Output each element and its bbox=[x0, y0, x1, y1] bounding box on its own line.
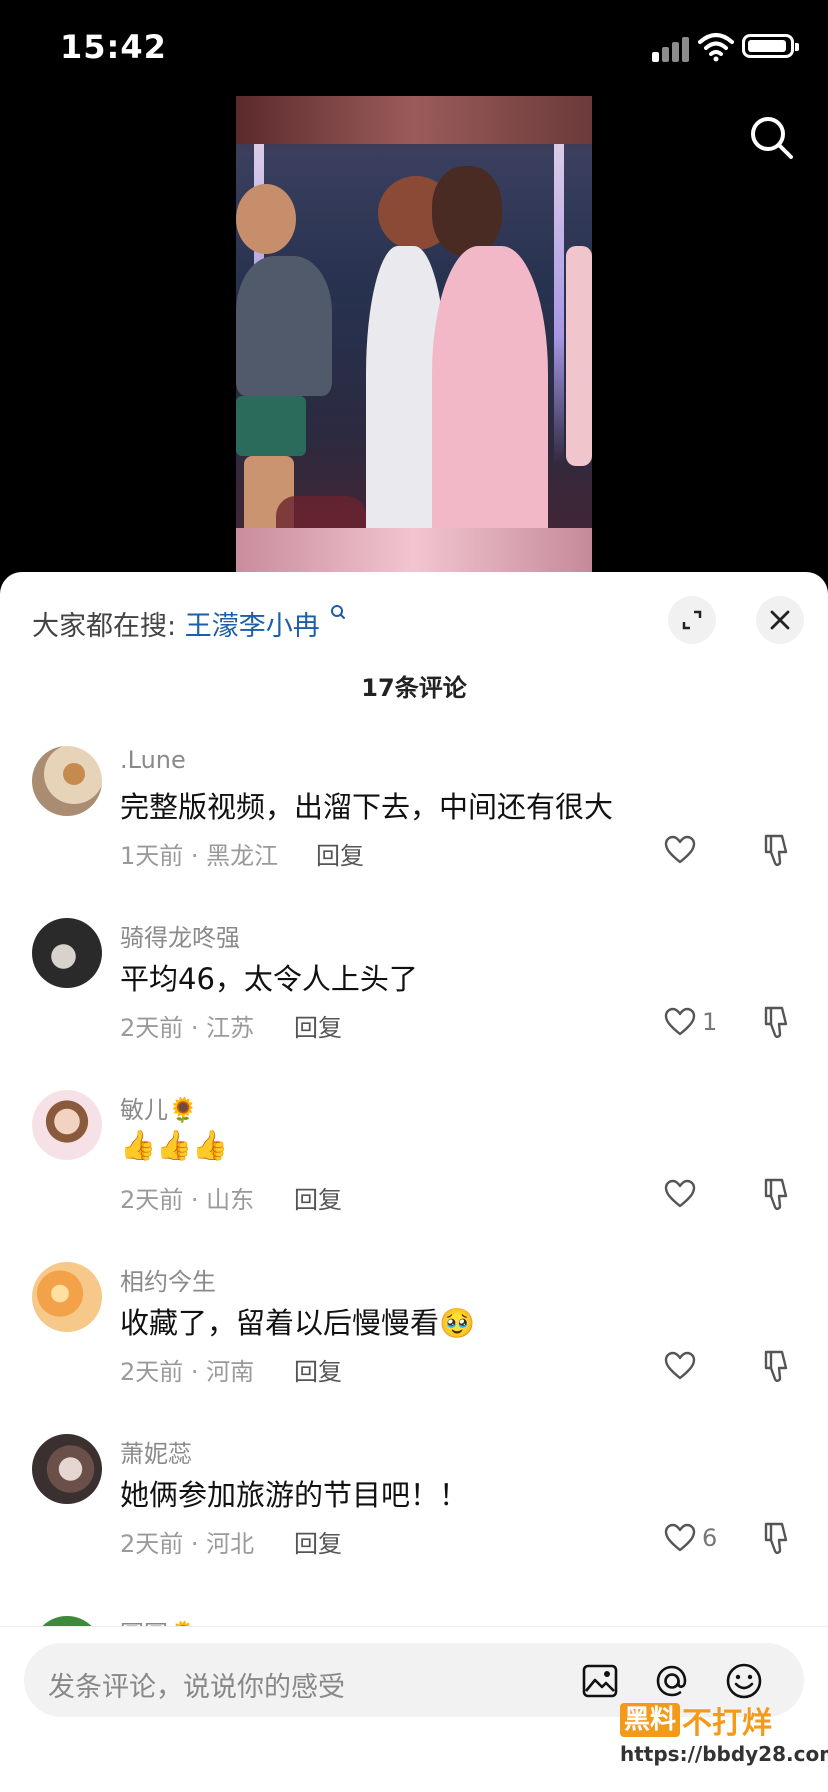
watermark: 黑料 不打烊 https://bbdy28.com bbox=[620, 1700, 828, 1766]
comment-text: 平均46，太令人上头了 bbox=[120, 962, 418, 996]
sheet-header: 大家都在搜: 王濛李小冉 bbox=[0, 572, 828, 672]
video-player[interactable] bbox=[0, 96, 828, 576]
like-count: 6 bbox=[702, 1524, 718, 1552]
reply-button[interactable]: 回复 bbox=[294, 1352, 342, 1387]
comment-meta: 2天前 · 河南 bbox=[120, 1358, 255, 1386]
like-count: 1 bbox=[702, 1008, 718, 1036]
comment-list: .Lune 完整版视频，出溜下去，中间还有很大 1天前 · 黑龙江 回复 骑得龙… bbox=[0, 732, 828, 1592]
comment-text: 完整版视频，出溜下去，中间还有很大 bbox=[120, 790, 614, 824]
reply-button[interactable]: 回复 bbox=[294, 1008, 342, 1043]
comment-meta: 1天前 · 黑龙江 bbox=[120, 842, 279, 870]
comment-input-placeholder: 发条评论，说说你的感受 bbox=[48, 1672, 345, 1703]
comment-username[interactable]: 骑得龙咚强 bbox=[120, 918, 240, 953]
dislike-icon[interactable] bbox=[762, 1176, 794, 1212]
status-time: 15:42 bbox=[60, 28, 167, 66]
comment-item: 萧妮蕊 她俩参加旅游的节目吧！！ 2天前 · 河北 回复 6 bbox=[0, 1420, 828, 1592]
expand-button[interactable] bbox=[668, 596, 716, 644]
comment-username[interactable]: 萧妮蕊 bbox=[120, 1434, 192, 1469]
avatar[interactable] bbox=[32, 1434, 102, 1504]
heart-icon bbox=[664, 835, 696, 864]
comment-meta: 2天前 · 江苏 bbox=[120, 1014, 255, 1042]
search-icon[interactable] bbox=[748, 114, 794, 160]
comment-username[interactable]: 相约今生 bbox=[120, 1262, 216, 1297]
comment-username[interactable]: 敏儿🌻 bbox=[120, 1090, 198, 1125]
dislike-icon[interactable] bbox=[762, 1348, 794, 1384]
reply-button[interactable]: 回复 bbox=[316, 836, 364, 871]
reply-button[interactable]: 回复 bbox=[294, 1524, 342, 1559]
comment-meta: 2天前 · 河北 bbox=[120, 1530, 255, 1558]
dislike-icon[interactable] bbox=[762, 1004, 794, 1040]
heart-icon bbox=[664, 1351, 696, 1380]
status-bar: 15:42 bbox=[0, 0, 828, 96]
comment-text: 她俩参加旅游的节目吧！！ bbox=[120, 1478, 469, 1512]
comment-count: 17条评论 bbox=[361, 674, 467, 702]
comment-text: 收藏了，留着以后慢慢看🥹 bbox=[120, 1306, 476, 1340]
watermark-badge: 黑料 bbox=[620, 1703, 681, 1737]
avatar[interactable] bbox=[32, 918, 102, 988]
like-button[interactable] bbox=[664, 832, 702, 868]
comment-meta: 2天前 · 山东 bbox=[120, 1186, 255, 1214]
dislike-icon[interactable] bbox=[762, 832, 794, 868]
heart-icon bbox=[664, 1007, 696, 1036]
reply-button[interactable]: 回复 bbox=[294, 1180, 342, 1215]
trending-term[interactable]: 王濛李小冉 bbox=[185, 611, 320, 642]
comment-item: .Lune 完整版视频，出溜下去，中间还有很大 1天前 · 黑龙江 回复 bbox=[0, 732, 828, 904]
battery-icon bbox=[742, 34, 799, 58]
video-frame[interactable] bbox=[236, 96, 592, 574]
comment-item: 骑得龙咚强 平均46，太令人上头了 2天前 · 江苏 回复 1 bbox=[0, 904, 828, 1076]
avatar[interactable] bbox=[32, 746, 102, 816]
watermark-text: 不打烊 bbox=[682, 1706, 773, 1741]
emoji-icon[interactable] bbox=[724, 1661, 764, 1701]
username-text: 敏儿 bbox=[120, 1096, 168, 1124]
close-icon bbox=[770, 610, 790, 630]
heart-icon bbox=[664, 1523, 696, 1552]
mini-search-icon bbox=[331, 605, 346, 619]
watermark-url: https://bbdy28.com bbox=[620, 1742, 828, 1766]
signal-icon bbox=[652, 34, 692, 62]
expand-icon bbox=[682, 610, 702, 630]
wifi-icon bbox=[698, 33, 734, 62]
comment-username[interactable]: .Lune bbox=[120, 746, 186, 774]
like-button[interactable]: 6 bbox=[664, 1520, 717, 1556]
trending-search[interactable]: 大家都在搜: 王濛李小冉 bbox=[32, 604, 346, 643]
avatar[interactable] bbox=[32, 1090, 102, 1160]
sunflower-icon: 🌻 bbox=[168, 1096, 198, 1124]
at-icon[interactable] bbox=[652, 1661, 692, 1701]
close-button[interactable] bbox=[756, 596, 804, 644]
like-button[interactable] bbox=[664, 1348, 702, 1384]
comment-sheet: 大家都在搜: 王濛李小冉 17条评论 .Lune 完整版视频，出溜下去，中间还有… bbox=[0, 572, 828, 1792]
comment-text: 👍👍👍 bbox=[120, 1128, 229, 1162]
comment-item: 敏儿🌻 👍👍👍 2天前 · 山东 回复 bbox=[0, 1076, 828, 1248]
like-button[interactable] bbox=[664, 1176, 702, 1212]
trending-prefix: 大家都在搜: bbox=[32, 611, 177, 642]
like-button[interactable]: 1 bbox=[664, 1004, 717, 1040]
comment-item: 相约今生 收藏了，留着以后慢慢看🥹 2天前 · 河南 回复 bbox=[0, 1248, 828, 1420]
image-icon[interactable] bbox=[580, 1661, 620, 1701]
dislike-icon[interactable] bbox=[762, 1520, 794, 1556]
avatar[interactable] bbox=[32, 1262, 102, 1332]
heart-icon bbox=[664, 1179, 696, 1208]
